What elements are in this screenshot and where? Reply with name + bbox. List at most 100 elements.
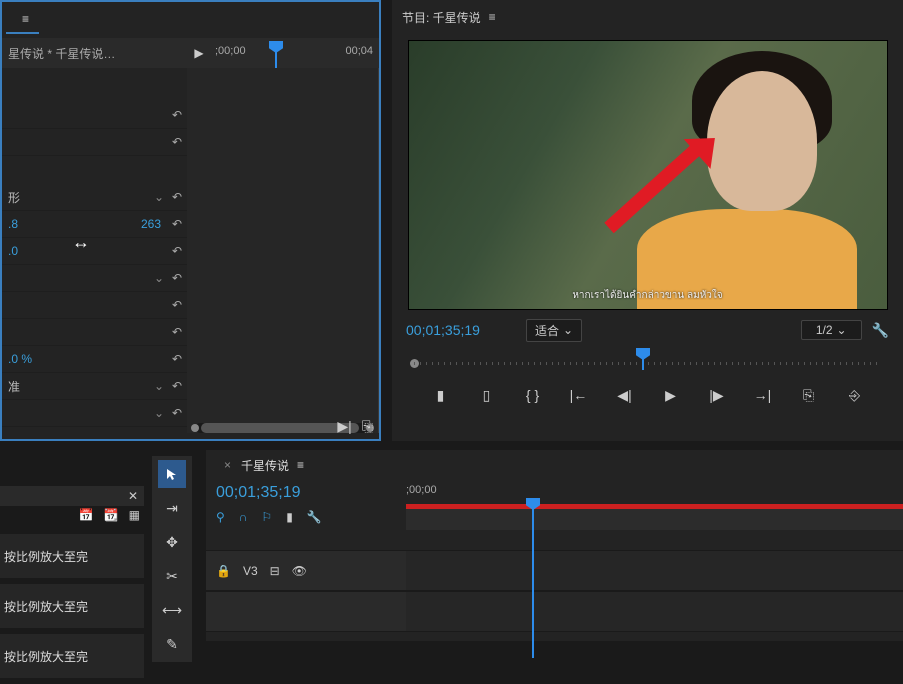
time-marker: ;00;00 <box>406 484 437 496</box>
go-to-out-icon[interactable]: →| <box>752 384 774 406</box>
track-content[interactable] <box>406 592 903 632</box>
project-item[interactable]: 按比例放大至完 <box>0 584 144 628</box>
date-icon[interactable]: 📆 <box>104 508 119 528</box>
sequence-tab[interactable]: × 千星传说 ≡ <box>206 450 903 480</box>
step-back-icon[interactable]: ◀| <box>614 384 636 406</box>
track-header[interactable] <box>206 592 406 632</box>
timeline-tracks: 🔒 V3 ⊟ 👁 <box>206 550 903 591</box>
effect-tab[interactable]: ≡ <box>6 6 39 34</box>
chevron-down-icon[interactable]: ⌄ <box>151 406 167 420</box>
reset-icon[interactable]: ↶ <box>167 298 187 312</box>
chevron-down-icon[interactable]: ⌄ <box>151 379 167 393</box>
video-content <box>707 71 817 211</box>
prop-standard[interactable]: 准⌄↶ <box>2 373 187 400</box>
eye-icon[interactable]: 👁 <box>292 564 307 578</box>
target-icon[interactable]: ⊟ <box>270 564 280 578</box>
go-to-in-icon[interactable]: |← <box>568 384 590 406</box>
lock-icon[interactable]: 🔒 <box>216 564 231 578</box>
reset-icon[interactable]: ↶ <box>167 135 187 149</box>
track-header-v3[interactable]: 🔒 V3 ⊟ 👁 <box>206 551 406 591</box>
track-select-tool[interactable]: ⇥ <box>158 494 186 522</box>
tools-panel: ⇥ ✥ ✂ ⟷ ✎ <box>152 456 192 662</box>
wrench-icon[interactable]: 🔧 <box>872 322 889 339</box>
grid-icon[interactable]: ▦ <box>129 508 140 528</box>
pen-tool[interactable]: ✎ <box>158 630 186 658</box>
reset-icon[interactable]: ↶ <box>167 352 187 366</box>
panel-menu-icon[interactable]: ≡ <box>22 12 29 26</box>
project-item[interactable]: 按比例放大至完 <box>0 534 144 578</box>
reset-icon[interactable]: ↶ <box>167 379 187 393</box>
reset-icon[interactable]: ↶ <box>167 271 187 285</box>
calendar-icon[interactable]: 📅 <box>79 508 94 528</box>
effect-controls-panel: ≡ 星传说 * 千星传说… ▶ ;00;00 00;04 ↶ ↶ 形⌄↶ .82… <box>0 0 381 441</box>
ruler-end: 00;04 <box>345 45 373 57</box>
chevron-down-icon[interactable]: ⌄ <box>151 190 167 204</box>
mark-in-icon[interactable]: ▮ <box>430 384 452 406</box>
program-controls: 00;01;35;19 适合⌄ 1/2⌄ 🔧 ▮ ▯ { } |← ◀| ▶ |… <box>392 310 903 410</box>
program-title-bar: 节目: 千星传说 ≡ <box>392 0 903 34</box>
reset-icon[interactable]: ↶ <box>167 108 187 122</box>
reset-icon[interactable]: ↶ <box>167 244 187 258</box>
extract-icon[interactable]: ⎆ <box>844 384 866 406</box>
chevron-down-icon[interactable]: ⌄ <box>151 271 167 285</box>
project-panel: ✕ 📅 📆 ▦ 按比例放大至完 按比例放大至完 按比例放大至完 <box>0 486 144 684</box>
fit-dropdown[interactable]: 适合⌄ <box>526 319 582 342</box>
render-bar <box>406 504 903 509</box>
prop-value[interactable]: 263 <box>141 217 161 231</box>
mark-clip-icon[interactable]: { } <box>522 384 544 406</box>
keyframe-area[interactable] <box>187 68 379 433</box>
reset-icon[interactable]: ↶ <box>167 190 187 204</box>
effect-clip-name: 星传说 * 千星传说… <box>2 45 189 62</box>
track-v3-content[interactable] <box>406 551 903 591</box>
effect-timeline-ruler[interactable]: ;00;00 00;04 <box>209 39 379 67</box>
effect-preview-play[interactable]: ▶ <box>189 46 209 60</box>
prop-row-4[interactable]: ⌄↶ <box>2 265 187 292</box>
program-scrub-bar[interactable] <box>406 348 889 374</box>
track-label[interactable]: V3 <box>243 564 258 578</box>
linked-selection-icon[interactable]: ⚐ <box>261 510 272 524</box>
zoom-dropdown[interactable]: 1/2⌄ <box>801 320 862 340</box>
ripple-edit-tool[interactable]: ✥ <box>158 528 186 556</box>
timeline-panel: × 千星传说 ≡ 00;01;35;19 ⚲ ∩ ⚐ ▮ 🔧 ;00;00 🔒 … <box>206 450 903 641</box>
effect-tab-bar: ≡ <box>2 2 379 38</box>
program-timecode[interactable]: 00;01;35;19 <box>406 322 516 338</box>
panel-menu-icon[interactable]: ≡ <box>489 10 496 24</box>
chevron-down-icon: ⌄ <box>563 323 573 337</box>
panel-close[interactable]: ✕ <box>0 486 144 506</box>
panel-menu-icon[interactable]: ≡ <box>297 458 304 472</box>
razor-tool[interactable]: ✂ <box>158 562 186 590</box>
prop-opacity[interactable]: .0 %↶ <box>2 346 187 373</box>
program-playhead[interactable] <box>636 348 650 360</box>
chevron-down-icon: ⌄ <box>837 323 847 337</box>
prop-row-3[interactable]: .0↶ <box>2 238 187 265</box>
timeline-timecode[interactable]: 00;01;35;19 <box>216 484 396 502</box>
step-forward-icon[interactable]: |▶ <box>706 384 728 406</box>
timeline-ruler[interactable]: ;00;00 <box>406 480 903 550</box>
snap-icon[interactable]: ⚲ <box>216 510 225 524</box>
selection-tool[interactable] <box>158 460 186 488</box>
lift-icon[interactable]: ⎘ <box>798 384 820 406</box>
program-viewport[interactable]: หากเราได้ยินคำกล่าวขาน ลมหัวใจ <box>408 40 888 310</box>
magnet-icon[interactable]: ∩ <box>239 510 248 524</box>
play-icon[interactable]: ▶ <box>660 384 682 406</box>
reset-icon[interactable]: ↶ <box>167 325 187 339</box>
effect-playhead[interactable] <box>269 41 283 65</box>
program-title: 节目: 千星传说 <box>402 9 481 26</box>
program-monitor: 节目: 千星传说 ≡ หากเราได้ยินคำกล่าวขาน ลมหัวใ… <box>392 0 903 441</box>
mark-out-icon[interactable]: ▯ <box>476 384 498 406</box>
export-icon[interactable]: ⎘ <box>362 418 373 435</box>
effect-properties-list: ↶ ↶ 形⌄↶ .8263↶ .0↶ ⌄↶ ↶ ↶ .0 %↶ 准⌄↶ ⌄↶ <box>2 68 187 427</box>
reset-icon[interactable]: ↶ <box>167 406 187 420</box>
loop-icon[interactable]: ▶| <box>337 418 351 435</box>
reset-icon[interactable]: ↶ <box>167 217 187 231</box>
prop-shape[interactable]: 形⌄↶ <box>2 184 187 211</box>
marker-icon[interactable]: ▮ <box>286 510 293 524</box>
transport-controls: ▮ ▯ { } |← ◀| ▶ |▶ →| ⎘ ⎆ <box>406 380 889 410</box>
wrench-icon[interactable]: 🔧 <box>307 510 322 524</box>
close-icon[interactable]: × <box>224 458 231 472</box>
timeline-playhead[interactable] <box>526 498 540 510</box>
prop-position[interactable]: .8263↶ <box>2 211 187 238</box>
slip-tool[interactable]: ⟷ <box>158 596 186 624</box>
subtitle: หากเราได้ยินคำกล่าวขาน ลมหัวใจ <box>409 288 887 303</box>
sequence-name: 千星传说 <box>241 457 289 474</box>
